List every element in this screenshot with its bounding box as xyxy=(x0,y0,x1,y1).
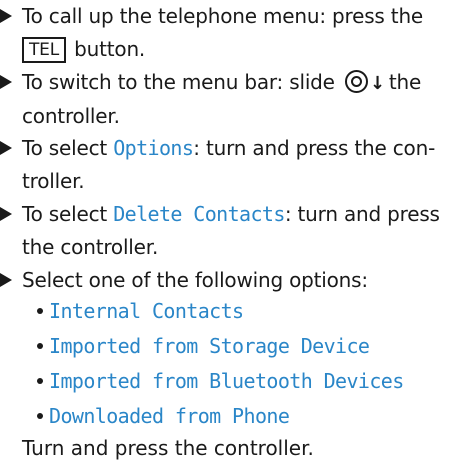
option-item: Imported from Bluetooth Devices xyxy=(37,365,457,398)
options-menu-item: Options xyxy=(113,136,194,160)
step-3-text: To select Options: turn and press the co… xyxy=(22,132,459,198)
option-item: Downloaded from Phone xyxy=(37,400,457,433)
step-1-pre: To call up the telephone menu: press the xyxy=(22,4,424,28)
option-imported-storage: Imported from Storage Device xyxy=(49,334,370,358)
step-2-text: To switch to the menu bar: slide ↓ the co… xyxy=(22,66,459,133)
step-4-text: To select Delete Contacts: turn and pres… xyxy=(22,198,459,264)
step-4-pre: To select xyxy=(22,202,114,226)
option-item: Imported from Storage Device xyxy=(37,330,457,363)
bullet-icon xyxy=(37,378,43,384)
bullet-icon xyxy=(37,308,43,314)
step-5-pre: Select one of the following options: xyxy=(22,268,368,292)
step-1-text: To call up the telephone menu: press the… xyxy=(22,0,459,66)
bullet-icon xyxy=(37,413,43,419)
step-3-pre: To select xyxy=(22,136,114,160)
step-arrow-icon xyxy=(0,141,12,155)
step-arrow-icon xyxy=(0,9,12,23)
step-arrow-icon xyxy=(0,207,12,221)
option-downloaded-phone: Downloaded from Phone xyxy=(49,404,290,428)
controller-slide-down-icon xyxy=(344,70,368,93)
down-arrow-icon: ↓ xyxy=(369,73,385,94)
tel-key-label: TEL xyxy=(22,37,66,63)
bullet-icon xyxy=(37,343,43,349)
step-arrow-icon xyxy=(0,273,12,287)
instruction-document: To call up the telephone menu: press the… xyxy=(0,0,463,465)
option-item: Internal Contacts xyxy=(37,295,457,328)
final-instruction: Turn and press the controller. xyxy=(22,436,314,460)
step-5-text: Select one of the following options: xyxy=(22,264,459,297)
delete-contacts-menu-item: Delete Contacts xyxy=(113,202,285,226)
step-arrow-icon xyxy=(0,75,12,89)
option-internal-contacts: Internal Contacts xyxy=(49,299,244,323)
option-imported-bluetooth: Imported from Bluetooth Devices xyxy=(49,369,404,393)
step-2-pre: To switch to the menu bar: slide xyxy=(22,70,341,94)
step-1-post: button. xyxy=(68,37,146,61)
